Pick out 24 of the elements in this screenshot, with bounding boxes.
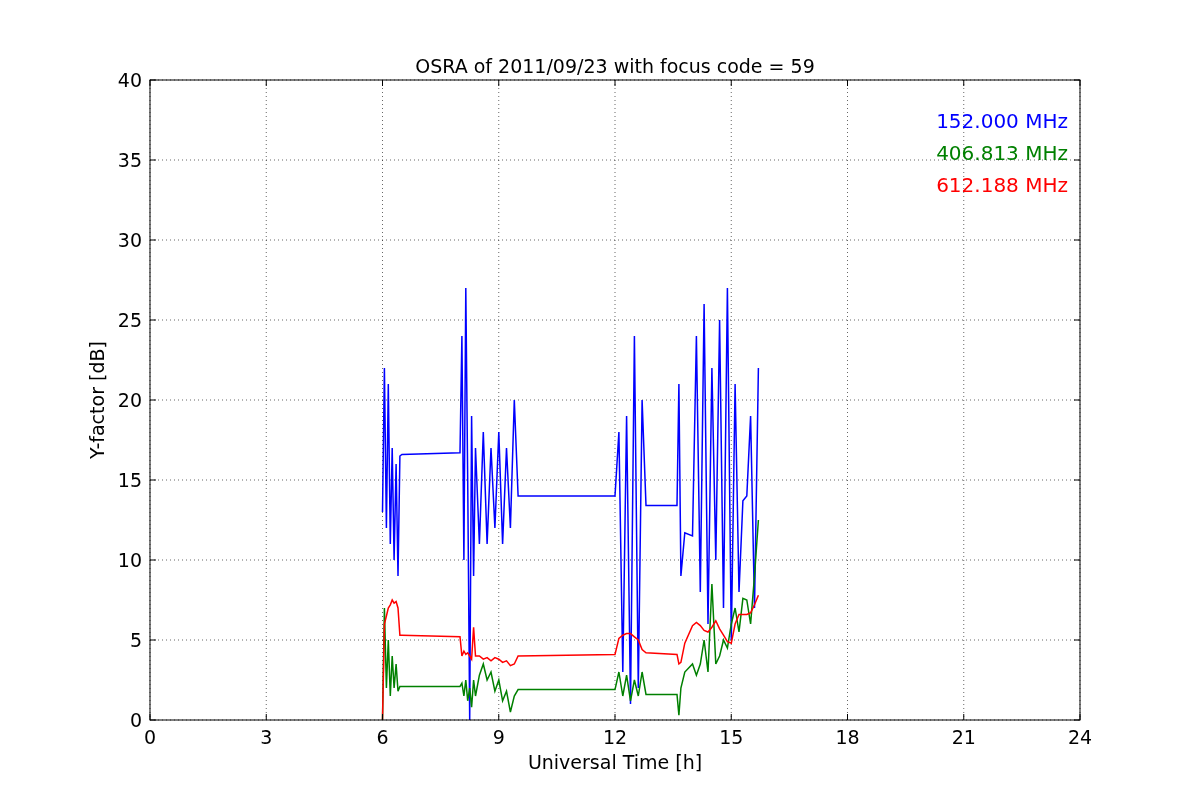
y-tick-label: 10: [117, 549, 142, 571]
y-tick-label: 20: [117, 389, 142, 411]
y-axis-label: Y-factor [dB]: [86, 341, 108, 459]
x-tick-label: 18: [835, 726, 860, 748]
y-tick-label: 25: [117, 309, 142, 331]
x-axis-label: Universal Time [h]: [527, 751, 703, 773]
x-tick-label: 6: [376, 726, 389, 748]
legend-label: 612.188 MHz: [936, 173, 1068, 197]
legend-label: 152.000 MHz: [936, 109, 1068, 133]
x-tick-label: 0: [143, 726, 157, 748]
x-tick-label: 12: [602, 726, 628, 748]
y-tick-label: 40: [117, 69, 142, 91]
chart-title: OSRA of 2011/09/23 with focus code = 59: [415, 55, 815, 77]
y-tick-label: 30: [117, 229, 142, 251]
x-tick-label: 21: [951, 726, 976, 748]
y-tick-label: 0: [129, 709, 142, 731]
legend-label: 406.813 MHz: [936, 141, 1068, 165]
x-tick-label: 15: [719, 726, 744, 748]
x-tick-label: 24: [1067, 726, 1093, 748]
y-tick-label: 15: [117, 469, 142, 491]
x-tick-label: 9: [492, 726, 505, 748]
x-tick-label: 3: [260, 726, 273, 748]
y-tick-label: 5: [129, 629, 142, 651]
y-tick-label: 35: [117, 149, 142, 171]
